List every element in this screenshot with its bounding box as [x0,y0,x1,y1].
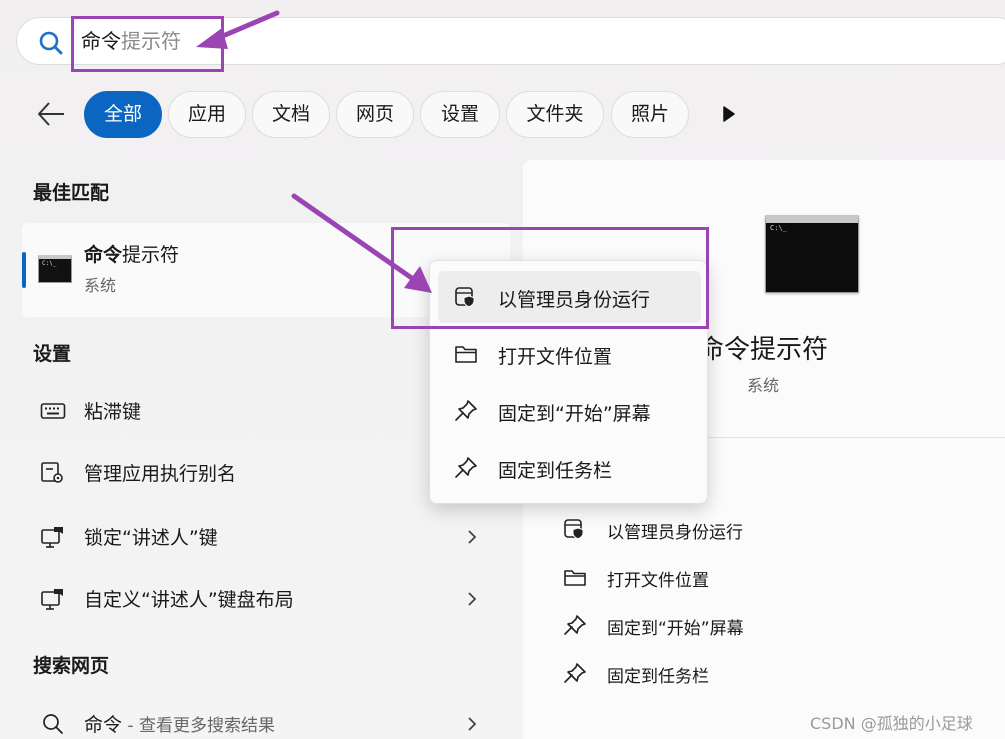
pin-icon [564,615,586,635]
context-menu-label: 打开文件位置 [498,346,613,368]
action-label: 以管理员身份运行 [607,523,743,543]
action-pin-to-taskbar[interactable]: 固定到任务栏 [563,653,963,693]
shield-icon [564,519,584,540]
action-label: 固定到任务栏 [607,667,709,687]
annotation-box-search [71,16,224,72]
tab-settings[interactable]: 设置 [420,91,500,138]
action-label: 打开文件位置 [607,571,709,591]
best-match-heading: 最佳匹配 [33,182,110,204]
annotation-box-run-as-admin [391,227,709,329]
list-item-web-search[interactable]: 命令 - 查看更多搜索结果 [22,694,510,739]
context-menu-open-file-location[interactable]: 打开文件位置 [438,328,701,380]
search-icon [39,31,63,55]
best-match-subtitle: 系统 [84,276,117,295]
keyboard-icon [40,403,66,419]
tab-folders[interactable]: 文件夹 [506,91,604,138]
list-item-label: 自定义“讲述人”键盘布局 [84,589,294,611]
folder-icon [564,570,586,586]
context-menu-label: 固定到任务栏 [498,460,613,482]
chevron-right-icon[interactable] [466,589,478,609]
web-search-query: 命令 [84,714,123,736]
tab-documents[interactable]: 文档 [252,91,330,138]
narrator-icon [41,589,63,610]
web-search-label: 命令 - 查看更多搜索结果 [84,710,275,737]
list-item-narrator-lock[interactable]: 锁定“讲述人”键 [22,507,510,567]
cmd-large-icon: C:\_ [765,215,859,293]
list-item-label: 锁定“讲述人”键 [84,527,218,549]
web-search-hint: - 查看更多搜索结果 [122,716,275,736]
watermark: CSDN @孤独的小足球 [810,714,973,733]
pin-icon [455,457,477,478]
action-run-as-admin[interactable]: 以管理员身份运行 [563,509,963,549]
best-match-title: 命令提示符 [84,240,179,267]
pin-icon [455,400,477,421]
chevron-right-icon[interactable] [466,527,478,547]
tab-apps[interactable]: 应用 [168,91,246,138]
tab-all[interactable]: 全部 [84,91,162,138]
best-match-title-bold: 命令 [84,244,123,266]
search-icon [43,714,63,734]
context-menu-pin-to-start[interactable]: 固定到“开始”屏幕 [438,385,701,437]
list-item-narrator-layout[interactable]: 自定义“讲述人”键盘布局 [22,569,510,629]
selection-indicator [22,252,26,288]
pin-icon [564,663,586,683]
tab-photos[interactable]: 照片 [611,91,689,138]
chevron-right-icon[interactable] [466,714,478,734]
context-menu-label: 固定到“开始”屏幕 [498,403,651,425]
app-settings-icon [41,462,63,483]
settings-heading: 设置 [33,343,72,365]
tab-web[interactable]: 网页 [336,91,414,138]
list-item-label: 粘滞键 [84,401,142,423]
list-item-label: 管理应用执行别名 [84,463,237,485]
action-open-file-location[interactable]: 打开文件位置 [563,557,963,597]
folder-icon [455,346,477,363]
play-icon[interactable] [721,104,737,124]
narrator-icon [41,527,63,548]
back-arrow-icon[interactable] [36,100,66,128]
action-pin-to-start[interactable]: 固定到“开始”屏幕 [563,605,963,645]
web-search-heading: 搜索网页 [33,655,110,677]
best-match-title-rest: 提示符 [122,244,180,266]
action-label: 固定到“开始”屏幕 [607,619,744,639]
cmd-icon: C:\_ [38,255,72,283]
context-menu-pin-to-taskbar[interactable]: 固定到任务栏 [438,442,701,494]
